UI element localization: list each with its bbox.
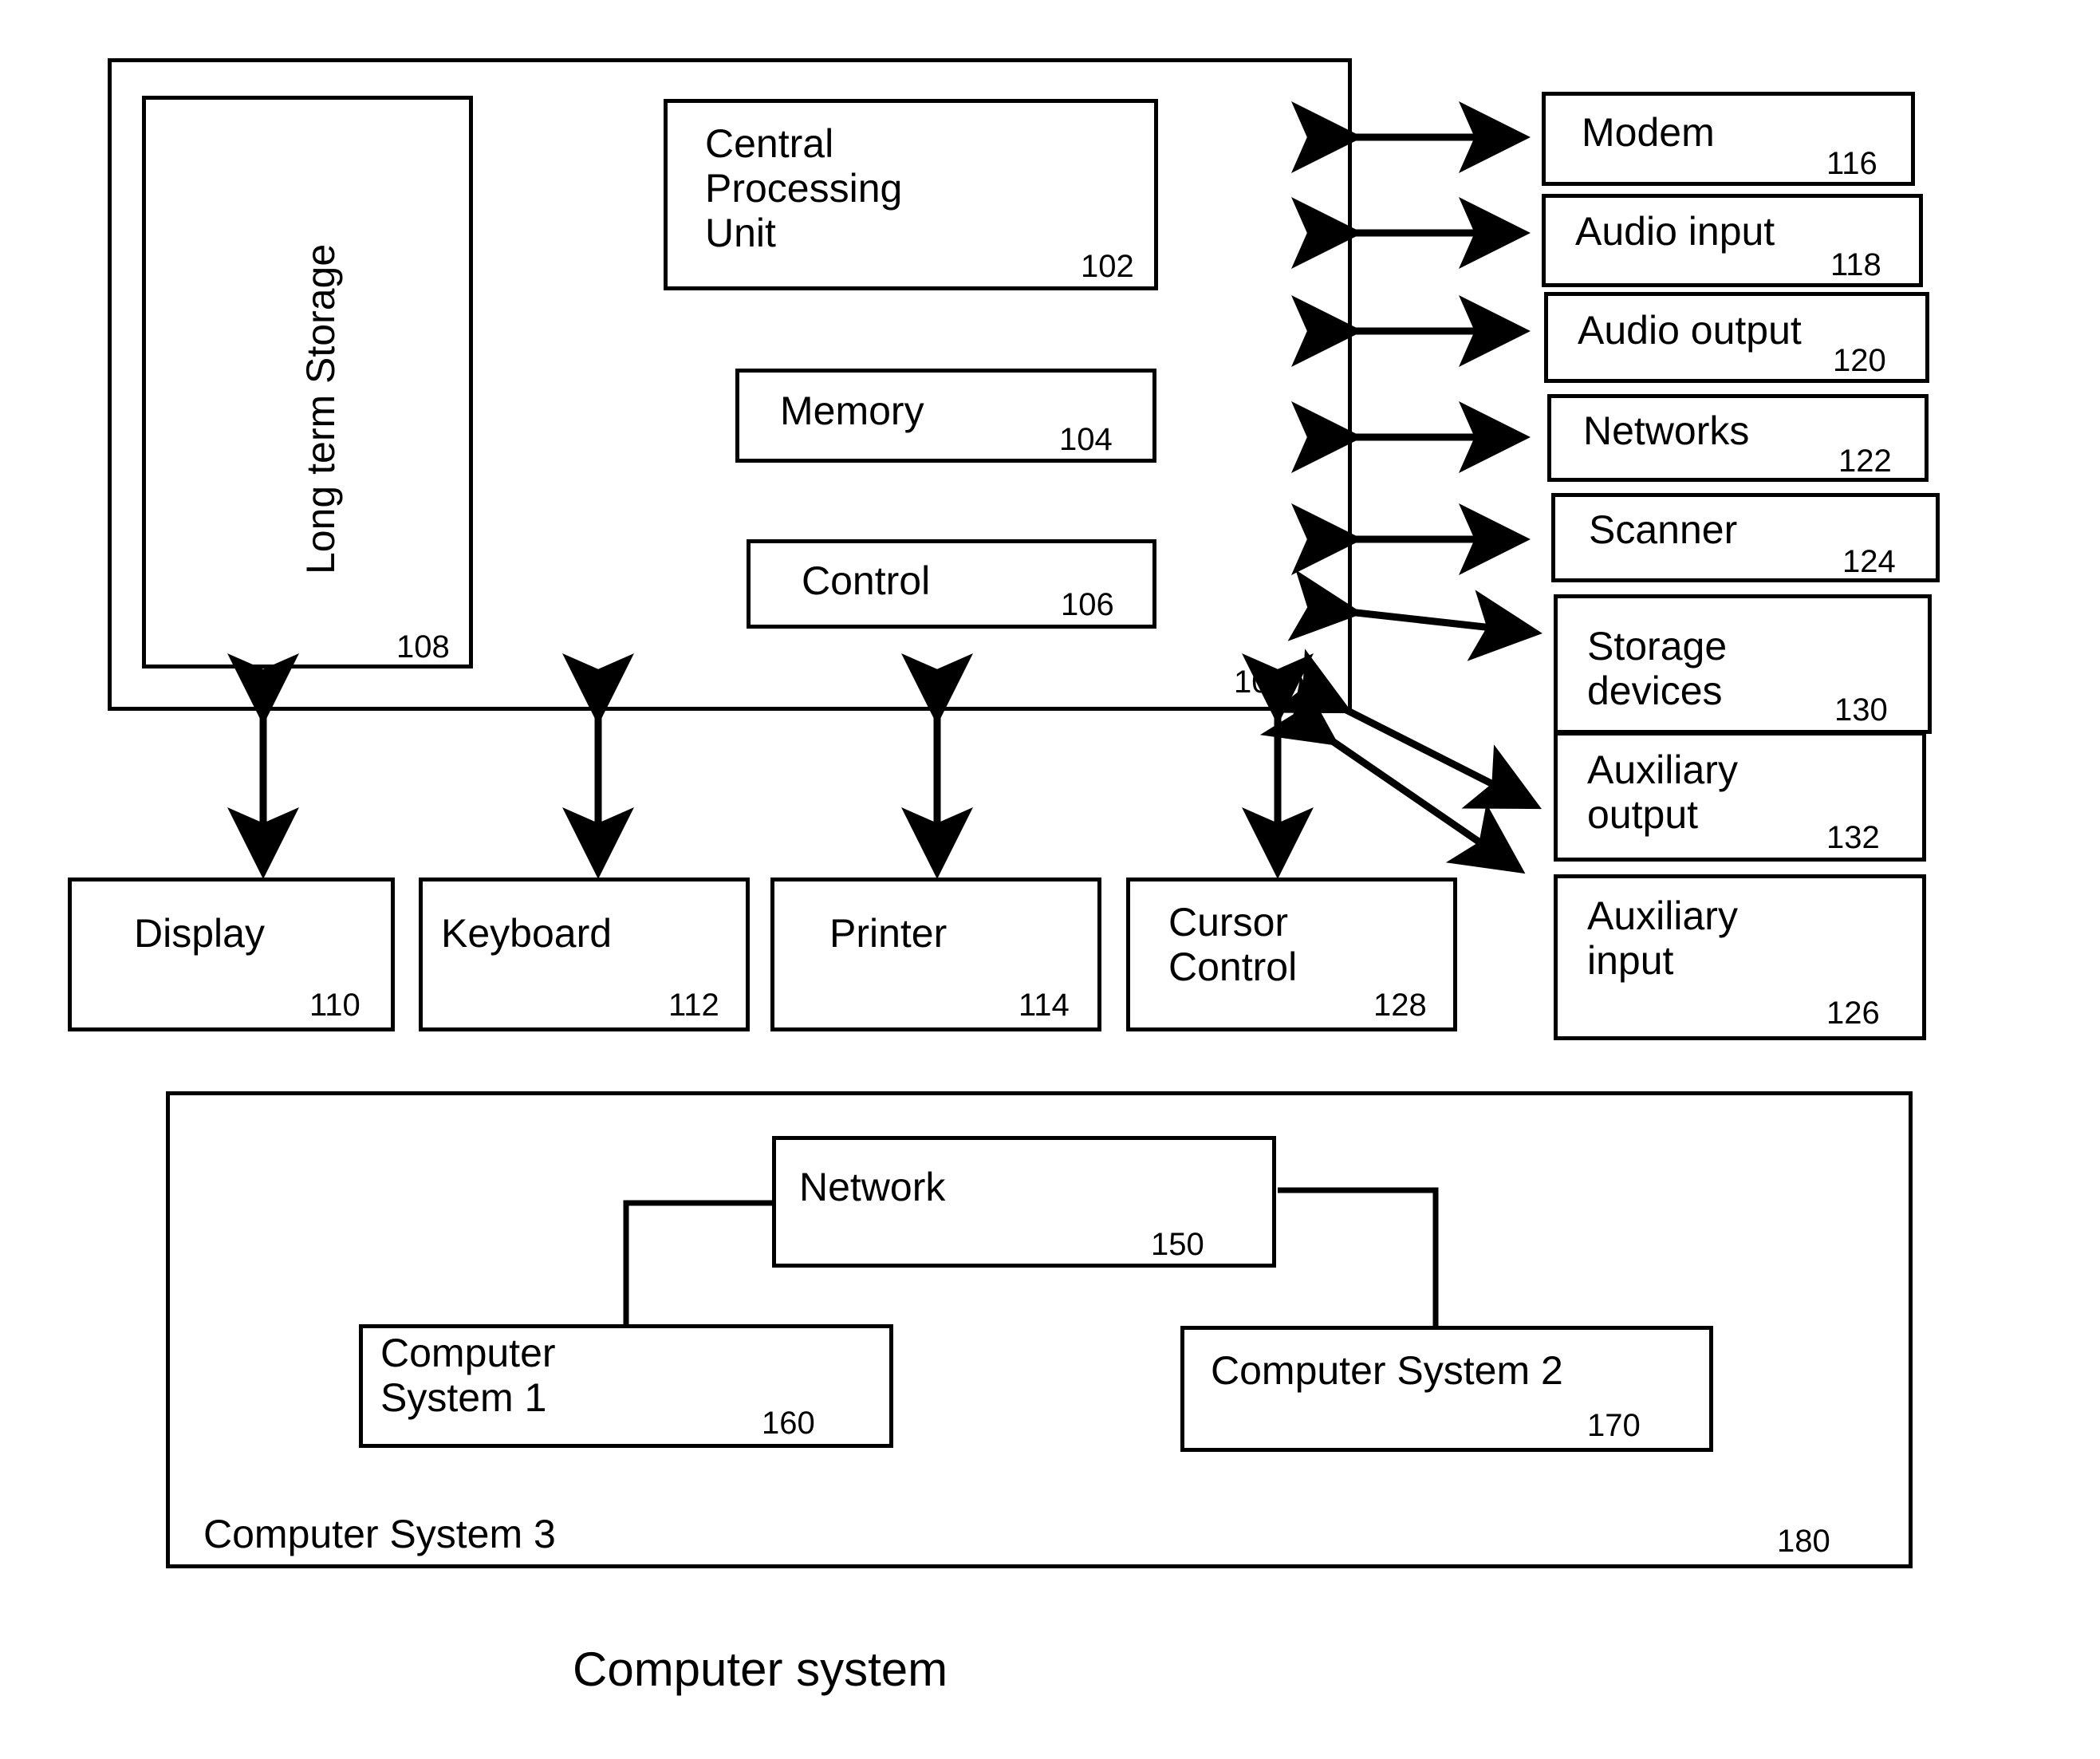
keyboard-label: Keyboard — [441, 911, 613, 956]
cursor-control-ref: 128 — [1373, 988, 1427, 1023]
memory-ref: 104 — [1059, 422, 1113, 457]
network-ref: 150 — [1151, 1227, 1204, 1262]
central-processing-unit-ref: 102 — [1081, 249, 1134, 284]
computer-system-2-ref: 170 — [1587, 1408, 1641, 1443]
computer-system-100-ref: 100 — [1234, 665, 1287, 700]
control-ref: 106 — [1061, 587, 1114, 622]
central-processing-unit-label: Central Processing Unit — [705, 121, 903, 255]
figure-caption: Computer system — [573, 1643, 948, 1696]
memory-label: Memory — [780, 388, 924, 433]
display-ref: 110 — [309, 988, 361, 1023]
printer-label: Printer — [829, 911, 948, 956]
auxiliary-input-label: Auxiliary input — [1587, 893, 1738, 983]
display-label: Display — [134, 911, 265, 956]
auxiliary-output-label: Auxiliary output — [1587, 747, 1738, 837]
networks-ref: 122 — [1838, 444, 1892, 479]
arrow-auxiliary-output — [1272, 649, 1542, 810]
network-label: Network — [799, 1165, 946, 1209]
audio-output-ref: 120 — [1833, 343, 1886, 378]
modem-label: Modem — [1582, 110, 1715, 155]
scanner-label: Scanner — [1589, 507, 1738, 552]
audio-input-ref: 118 — [1830, 247, 1881, 282]
storage-devices-label: Storage devices — [1587, 624, 1728, 713]
arrow-storage-devices — [1287, 570, 1542, 661]
computer-system-3-label: Computer System 3 — [203, 1512, 556, 1556]
long-term-storage-label: Long term Storage — [298, 243, 343, 574]
auxiliary-output-ref: 132 — [1826, 820, 1880, 855]
keyboard-ref: 112 — [668, 988, 719, 1023]
figure-canvas: 100 Long term Storage 108 Central Proces… — [0, 0, 2100, 1759]
audio-output-label: Audio output — [1578, 308, 1802, 353]
arrow-auxiliary-input — [1259, 676, 1526, 874]
storage-devices-ref: 130 — [1834, 692, 1888, 728]
networks-label: Networks — [1583, 408, 1750, 453]
computer-system-1-ref: 160 — [762, 1406, 815, 1441]
modem-ref: 116 — [1826, 146, 1877, 181]
long-term-storage-ref: 108 — [396, 629, 450, 665]
scanner-ref: 124 — [1842, 544, 1896, 579]
auxiliary-input-ref: 126 — [1826, 996, 1880, 1031]
computer-system-3-ref: 180 — [1777, 1524, 1830, 1559]
computer-system-2-label: Computer System 2 — [1211, 1348, 1563, 1393]
cursor-control-label: Cursor Control — [1168, 900, 1298, 989]
audio-input-label: Audio input — [1575, 209, 1775, 254]
computer-system-1-label: Computer System 1 — [380, 1331, 556, 1420]
printer-ref: 114 — [1018, 988, 1070, 1023]
control-label: Control — [802, 558, 931, 603]
